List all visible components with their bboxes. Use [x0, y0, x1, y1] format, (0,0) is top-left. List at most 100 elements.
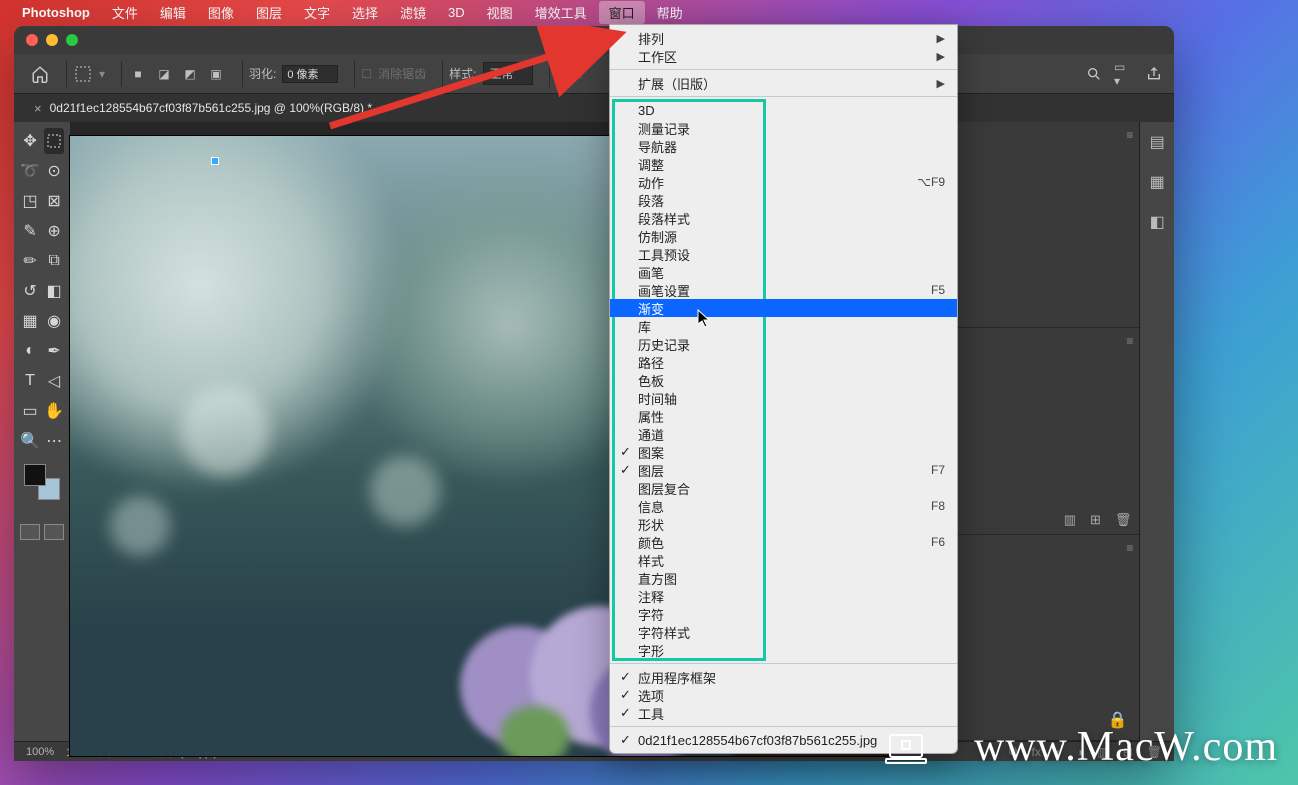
menu-item-panel-19[interactable]: ✓图案 [610, 443, 957, 461]
marquee-tool-icon[interactable] [73, 64, 93, 84]
menu-item-panel-28[interactable]: 字符 [610, 605, 957, 623]
zoom-level[interactable]: 100% [26, 746, 54, 758]
brush-tool[interactable]: ✏ [20, 248, 40, 274]
menu-help[interactable]: 帮助 [647, 1, 693, 24]
menu-item-panel-14[interactable]: 路径 [610, 353, 957, 371]
menu-item-top-1[interactable]: 工作区▶ [610, 47, 957, 65]
menu-item-panel-8[interactable]: 工具预设 [610, 245, 957, 263]
dodge-tool[interactable]: ◐ [20, 338, 40, 364]
selection-add-icon[interactable]: ◪ [154, 64, 174, 84]
eyedropper-tool[interactable]: ✎ [20, 218, 40, 244]
foreground-swatch[interactable] [24, 464, 46, 486]
menu-item-panel-4[interactable]: 动作⌥F9 [610, 173, 957, 191]
document-tab[interactable]: × 0d21f1ec128554b67cf03f87b561c255.jpg @… [24, 97, 382, 120]
app-name[interactable]: Photoshop [22, 5, 90, 20]
color-swatches[interactable] [20, 462, 64, 506]
dock-icon[interactable]: ◧ [1150, 212, 1165, 232]
menu-image[interactable]: 图像 [198, 1, 244, 24]
menu-item-panel-27[interactable]: 注释 [610, 587, 957, 605]
selection-handle[interactable] [212, 158, 218, 164]
zoom-tool[interactable]: 🔍 [20, 428, 40, 454]
clone-stamp-tool[interactable]: ⧉ [44, 248, 64, 274]
menu-window[interactable]: 窗口 [599, 1, 645, 24]
menu-item-panel-9[interactable]: 画笔 [610, 263, 957, 281]
menu-item-extensions[interactable]: 扩展（旧版）▶ [610, 74, 957, 92]
menu-item-panel-29[interactable]: 字符样式 [610, 623, 957, 641]
menu-edit[interactable]: 编辑 [150, 1, 196, 24]
history-brush-tool[interactable]: ↺ [20, 278, 40, 304]
menu-item-panel-6[interactable]: 段落样式 [610, 209, 957, 227]
menu-item-panel-24[interactable]: 颜色F6 [610, 533, 957, 551]
search-icon[interactable] [1084, 64, 1104, 84]
menu-item-panel-20[interactable]: ✓图层F7 [610, 461, 957, 479]
menu-item-panel-30[interactable]: 字形 [610, 641, 957, 659]
menu-file[interactable]: 文件 [102, 1, 148, 24]
menu-item-panel-2[interactable]: 导航器 [610, 137, 957, 155]
dock-icon[interactable]: ▤ [1150, 132, 1165, 152]
quick-select-tool[interactable]: ⊙ [44, 158, 64, 184]
menu-3d[interactable]: 3D [438, 3, 475, 22]
close-window-button[interactable] [26, 34, 38, 46]
menu-item-panel-13[interactable]: 历史记录 [610, 335, 957, 353]
menu-item-bottom-2[interactable]: ✓工具 [610, 704, 957, 722]
menu-layer[interactable]: 图层 [246, 1, 292, 24]
menu-item-panel-10[interactable]: 画笔设置F5 [610, 281, 957, 299]
screen-mode[interactable] [20, 524, 64, 544]
menu-view[interactable]: 视图 [477, 1, 523, 24]
pen-tool[interactable]: ✒ [44, 338, 64, 364]
antialias-checkbox[interactable]: ☐ [361, 67, 372, 81]
menu-item-panel-25[interactable]: 样式 [610, 551, 957, 569]
menu-item-bottom-1[interactable]: ✓选项 [610, 686, 957, 704]
folder-icon[interactable]: ▥ [1064, 512, 1076, 528]
menu-item-panel-5[interactable]: 段落 [610, 191, 957, 209]
menu-item-panel-15[interactable]: 色板 [610, 371, 957, 389]
lasso-tool[interactable]: ➰ [20, 158, 40, 184]
menu-item-panel-17[interactable]: 属性 [610, 407, 957, 425]
menu-item-panel-7[interactable]: 仿制源 [610, 227, 957, 245]
selection-intersect-icon[interactable]: ▣ [206, 64, 226, 84]
new-icon[interactable]: ⊞ [1090, 512, 1101, 528]
menu-item-panel-1[interactable]: 测量记录 [610, 119, 957, 137]
crop-tool[interactable]: ◳ [20, 188, 40, 214]
menu-item-panel-26[interactable]: 直方图 [610, 569, 957, 587]
panel-menu-icon[interactable]: ≡ [1126, 334, 1133, 348]
menu-item-panel-11[interactable]: 渐变 [610, 299, 957, 317]
minimize-window-button[interactable] [46, 34, 58, 46]
dock-icon[interactable]: ▦ [1150, 172, 1165, 192]
feather-input[interactable] [282, 65, 338, 83]
share-icon[interactable] [1144, 64, 1164, 84]
menu-filter[interactable]: 滤镜 [390, 1, 436, 24]
move-tool[interactable]: ✥ [20, 128, 40, 154]
selection-new-icon[interactable]: ■ [128, 64, 148, 84]
menu-item-panel-3[interactable]: 调整 [610, 155, 957, 173]
marquee-tool[interactable] [44, 128, 64, 154]
workspace-icon[interactable]: ▭ ▾ [1114, 64, 1134, 84]
tab-close-icon[interactable]: × [34, 101, 42, 116]
menu-item-bottom-0[interactable]: ✓应用程序框架 [610, 668, 957, 686]
frame-tool[interactable]: ⊠ [44, 188, 64, 214]
type-tool[interactable]: T [20, 368, 40, 394]
panel-menu-icon[interactable]: ≡ [1126, 128, 1133, 142]
path-select-tool[interactable]: ◁ [44, 368, 64, 394]
menu-item-top-0[interactable]: 排列▶ [610, 29, 957, 47]
gradient-tool[interactable]: ▦ [20, 308, 40, 334]
shape-tool[interactable]: ▭ [20, 398, 40, 424]
menu-item-panel-0[interactable]: 3D [610, 101, 957, 119]
menu-item-panel-18[interactable]: 通道 [610, 425, 957, 443]
panel-menu-icon[interactable]: ≡ [1126, 541, 1133, 555]
home-icon[interactable] [30, 64, 50, 84]
healing-tool[interactable]: ⊕ [44, 218, 64, 244]
menu-type[interactable]: 文字 [294, 1, 340, 24]
eraser-tool[interactable]: ◧ [44, 278, 64, 304]
menu-item-panel-12[interactable]: 库 [610, 317, 957, 335]
menu-item-panel-22[interactable]: 信息F8 [610, 497, 957, 515]
menu-item-panel-21[interactable]: 图层复合 [610, 479, 957, 497]
more-tools[interactable]: ⋯ [44, 428, 64, 454]
style-select[interactable]: 正常 [483, 62, 533, 85]
menu-item-panel-16[interactable]: 时间轴 [610, 389, 957, 407]
trash-icon[interactable]: 🗑 [1115, 512, 1132, 528]
menu-item-panel-23[interactable]: 形状 [610, 515, 957, 533]
selection-subtract-icon[interactable]: ◩ [180, 64, 200, 84]
hand-tool[interactable]: ✋ [44, 398, 64, 424]
menu-plugins[interactable]: 增效工具 [525, 1, 597, 24]
